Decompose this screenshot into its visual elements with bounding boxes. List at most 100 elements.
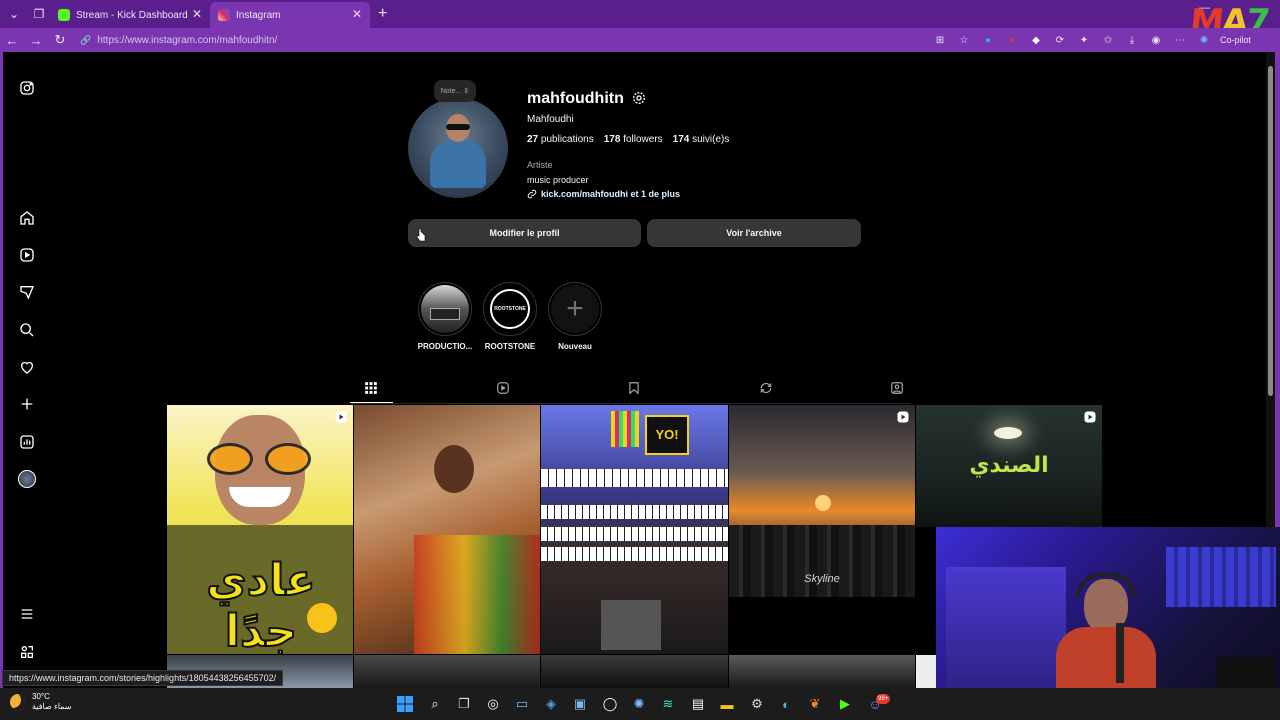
reels-tab-icon[interactable] bbox=[496, 381, 512, 397]
workspaces-icon[interactable]: ❐ bbox=[28, 3, 50, 25]
highlight-new[interactable]: + Nouveau bbox=[547, 282, 603, 351]
profile-note-bubble[interactable]: Note... ⇕ bbox=[434, 80, 476, 102]
fl-studio-icon[interactable]: ❦ bbox=[806, 695, 824, 713]
new-tab-button[interactable]: + bbox=[378, 5, 387, 23]
post-caption: الصندي bbox=[969, 453, 1049, 478]
post-thumbnail[interactable] bbox=[541, 655, 728, 688]
more-options-icon[interactable]: ⋯ bbox=[1171, 33, 1189, 47]
followers-stat[interactable]: 178 followers bbox=[604, 134, 663, 145]
copilot-taskbar-icon[interactable]: ✺ bbox=[630, 695, 648, 713]
tagged-icon[interactable] bbox=[890, 381, 906, 397]
extension-red-icon[interactable]: ♦ bbox=[1003, 33, 1021, 47]
active-tab-indicator bbox=[350, 402, 393, 403]
profile-avatar[interactable] bbox=[408, 98, 508, 198]
create-plus-icon[interactable] bbox=[16, 393, 38, 415]
post-thumbnail[interactable] bbox=[354, 655, 540, 688]
profile-icon[interactable]: ◉ bbox=[1147, 33, 1165, 47]
favorites-icon[interactable]: ✩ bbox=[1099, 33, 1117, 47]
post-thumbnail[interactable] bbox=[916, 655, 936, 688]
tab-actions-chevron-icon[interactable]: ⌄ bbox=[3, 3, 25, 25]
forward-icon[interactable]: → bbox=[24, 33, 48, 48]
kick-app-icon[interactable]: ▶ bbox=[836, 695, 854, 713]
highlight-rootstone[interactable]: ROOTSTONE ROOTSTONE bbox=[482, 282, 538, 351]
post-thumbnail[interactable] bbox=[354, 405, 540, 654]
post-thumbnail[interactable] bbox=[729, 655, 915, 688]
reposts-icon[interactable] bbox=[759, 381, 775, 397]
saved-icon[interactable] bbox=[627, 381, 643, 397]
weather-temperature: 30°C bbox=[32, 692, 50, 701]
highlight-productions[interactable]: PRODUCTIO... bbox=[417, 282, 473, 351]
copilot-label: Co-pilot bbox=[1220, 35, 1252, 45]
close-tab-icon[interactable]: ✕ bbox=[192, 7, 202, 21]
split-screen-icon[interactable]: ⊞ bbox=[931, 33, 949, 47]
post-caption: YO! bbox=[645, 415, 689, 455]
close-tab-icon[interactable]: ✕ bbox=[352, 7, 362, 21]
kick-favicon-icon bbox=[58, 9, 70, 21]
reels-icon[interactable] bbox=[16, 244, 38, 266]
dashboard-icon[interactable] bbox=[16, 431, 38, 453]
back-icon[interactable]: ← bbox=[0, 33, 24, 48]
instagram-logo-icon[interactable] bbox=[16, 77, 38, 99]
refresh-icon[interactable]: ↻ bbox=[48, 32, 72, 48]
settings-gear-icon[interactable] bbox=[631, 90, 647, 106]
url-field[interactable]: 🔗 https://www.instagram.com/mahfoudhitn/ bbox=[80, 31, 920, 49]
post-thumbnail[interactable]: YO! bbox=[541, 405, 728, 654]
post-thumbnail[interactable]: Skyline bbox=[729, 405, 915, 654]
view-archive-button[interactable]: Voir l'archive bbox=[647, 219, 861, 247]
start-windows-icon[interactable] bbox=[396, 695, 414, 713]
url-text: https://www.instagram.com/mahfoudhitn/ bbox=[97, 34, 278, 46]
posts-grid-icon[interactable] bbox=[364, 381, 380, 397]
extension-blue-icon[interactable]: ● bbox=[979, 33, 997, 47]
copilot-icon[interactable]: ✺ bbox=[1195, 33, 1213, 47]
also-from-meta-icon[interactable] bbox=[16, 641, 38, 663]
note-arrows-icon: ⇕ bbox=[463, 88, 470, 95]
app-blue-icon[interactable]: ▣ bbox=[571, 695, 589, 713]
edit-profile-button[interactable]: Modifier le profil bbox=[408, 219, 641, 247]
profile-link[interactable]: kick.com/mahfoudhi et 1 de plus bbox=[527, 189, 680, 199]
favorite-star-icon[interactable]: ☆ bbox=[955, 33, 973, 47]
app-wave-icon[interactable]: ≋ bbox=[659, 695, 677, 713]
post-thumbnail[interactable]: عادي جدًا bbox=[167, 405, 353, 654]
highlight-cover-rootstone: ROOTSTONE bbox=[486, 285, 534, 333]
messages-icon[interactable] bbox=[16, 281, 38, 303]
reel-badge-icon bbox=[1084, 411, 1096, 423]
browser-tab-bar: ⌄ ❐ Stream - Kick Dashboard ✕ Instagram … bbox=[0, 0, 1280, 28]
lamp bbox=[994, 427, 1022, 439]
taskbar-search-icon[interactable]: ⌕ bbox=[426, 695, 444, 713]
reel-badge-icon bbox=[335, 411, 347, 423]
headphones bbox=[1076, 573, 1136, 597]
obs-icon[interactable]: ◎ bbox=[484, 695, 502, 713]
extension-shield-icon[interactable]: ◆ bbox=[1027, 33, 1045, 47]
more-menu-icon[interactable] bbox=[16, 603, 38, 625]
edge-browser-icon[interactable]: ◐ bbox=[777, 695, 795, 713]
following-stat[interactable]: 174 suivi(e)s bbox=[673, 134, 730, 145]
streaming-app-icon[interactable]: ◈ bbox=[542, 695, 560, 713]
search-icon[interactable] bbox=[16, 319, 38, 341]
downloads-icon[interactable]: ⤓ bbox=[1123, 33, 1141, 47]
site-info-icon[interactable]: 🔗 bbox=[80, 35, 91, 46]
laughing-emoji-icon bbox=[307, 603, 337, 633]
profile-bio: music producer bbox=[527, 175, 589, 185]
post-thumbnail[interactable]: الصندي bbox=[916, 405, 1102, 527]
weather-widget[interactable]: 30°C سماء صافية bbox=[10, 692, 72, 712]
task-view-icon[interactable]: ❐ bbox=[455, 695, 473, 713]
profile-avatar-icon[interactable] bbox=[16, 468, 38, 490]
tab-instagram[interactable]: Instagram ✕ bbox=[210, 2, 370, 28]
app-gear-icon[interactable]: ⚙ bbox=[748, 695, 766, 713]
home-icon[interactable] bbox=[16, 207, 38, 229]
file-explorer-icon[interactable]: ▬ bbox=[718, 695, 736, 713]
app-circle-icon[interactable]: ◯ bbox=[601, 695, 619, 713]
profile-username: mahfoudhitn bbox=[527, 90, 624, 107]
scrollbar-thumb[interactable] bbox=[1268, 66, 1273, 396]
notifications-heart-icon[interactable] bbox=[16, 356, 38, 378]
launchpad-pad bbox=[611, 411, 639, 447]
tab-kick-dashboard[interactable]: Stream - Kick Dashboard ✕ bbox=[50, 2, 210, 28]
skyline-buildings bbox=[729, 525, 915, 597]
highlight-label: PRODUCTIO... bbox=[417, 342, 473, 351]
highlight-label: ROOTSTONE bbox=[484, 342, 536, 351]
extension-refresh-icon[interactable]: ⟳ bbox=[1051, 33, 1069, 47]
tab-title: Instagram bbox=[236, 9, 281, 21]
desktop-app-icon[interactable]: ▭ bbox=[513, 695, 531, 713]
extensions-puzzle-icon[interactable]: ✦ bbox=[1075, 33, 1093, 47]
app-square-icon[interactable]: ▤ bbox=[689, 695, 707, 713]
